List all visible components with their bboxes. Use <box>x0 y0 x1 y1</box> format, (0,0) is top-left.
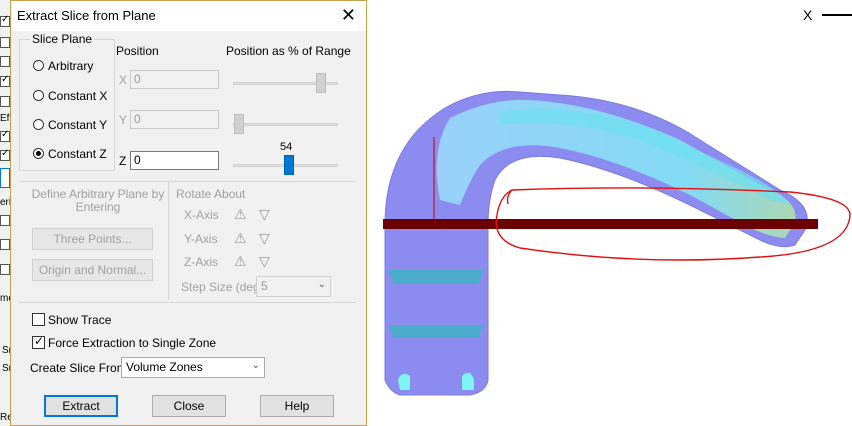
radio-arbitrary[interactable] <box>33 60 44 71</box>
radio-arbitrary-label[interactable]: Arbitrary <box>48 59 93 73</box>
chevron-down-icon: ⌄ <box>317 279 326 290</box>
close-button[interactable]: Close <box>152 395 226 417</box>
show-trace-label[interactable]: Show Trace <box>48 313 111 327</box>
radio-constant-x-label[interactable]: Constant X <box>48 89 107 103</box>
z-percent-slider-thumb[interactable] <box>284 155 294 175</box>
step-size-value: 5 <box>261 279 268 293</box>
strip-checkbox[interactable] <box>0 264 10 275</box>
rotate-about-label: Rotate About <box>176 187 246 201</box>
y-position-field[interactable]: 0 <box>130 110 219 129</box>
force-extraction-checkbox[interactable] <box>32 334 45 349</box>
z-axis-rotate-label: Z-Axis <box>184 255 218 269</box>
strip-checkbox[interactable] <box>0 56 10 67</box>
z-percent-value: 54 <box>280 141 293 153</box>
y-axis-rotate-label: Y-Axis <box>184 232 218 246</box>
rotate-z-down-icon[interactable]: ▽ <box>259 254 270 268</box>
strip-checkbox[interactable] <box>0 129 10 142</box>
y-percent-slider-track[interactable] <box>233 123 338 126</box>
slice-plane <box>383 219 818 229</box>
rotate-x-down-icon[interactable]: ▽ <box>259 207 270 221</box>
radio-constant-x[interactable] <box>33 90 44 101</box>
strip-checkbox[interactable] <box>0 74 10 87</box>
position-label: Position <box>116 44 159 58</box>
strip-checkbox[interactable] <box>0 37 10 48</box>
strip-checkbox[interactable] <box>0 96 10 107</box>
step-size-select[interactable]: 5 ⌄ <box>256 276 331 297</box>
force-extraction-label[interactable]: Force Extraction to Single Zone <box>48 336 216 350</box>
step-size-label: Step Size (deg) <box>181 280 264 294</box>
dialog-titlebar[interactable]: Extract Slice from Plane ✕ <box>11 1 366 31</box>
create-from-label: Create Slice From: <box>30 361 131 375</box>
y-percent-slider-thumb[interactable] <box>234 114 244 134</box>
extract-slice-dialog: Extract Slice from Plane ✕ Slice Plane A… <box>10 0 367 426</box>
y-axis-label: Y <box>119 113 128 127</box>
help-button[interactable]: Help <box>260 395 334 417</box>
rotate-x-up-icon[interactable]: ⚠ <box>234 207 247 221</box>
strip-checkbox[interactable] <box>0 215 10 226</box>
pipe-band <box>388 270 484 284</box>
x-percent-slider-thumb[interactable] <box>316 73 326 93</box>
rotate-y-down-icon[interactable]: ▽ <box>259 231 270 245</box>
position-percent-label: Position as % of Range <box>226 44 351 58</box>
x-axis-rotate-label: X-Axis <box>184 208 219 222</box>
x-position-field[interactable]: 0 <box>130 70 219 89</box>
close-icon[interactable]: ✕ <box>341 6 356 24</box>
arbitrary-section-divider <box>19 181 356 182</box>
radio-constant-y[interactable] <box>33 119 44 130</box>
pipe-vertical <box>384 224 489 396</box>
strip-button[interactable] <box>0 168 10 188</box>
show-trace-checkbox[interactable] <box>32 313 45 326</box>
radio-constant-z-label[interactable]: Constant Z <box>48 147 107 161</box>
rotate-y-up-icon[interactable]: ⚠ <box>234 231 247 245</box>
three-points-button[interactable]: Three Points... <box>32 228 153 250</box>
rotate-z-up-icon[interactable]: ⚠ <box>234 254 247 268</box>
strip-checkbox[interactable] <box>0 148 10 161</box>
x-axis-label: X <box>119 73 128 87</box>
radio-constant-z[interactable] <box>33 148 44 159</box>
underlying-app-strip: Eff eriv me Sr Sr Re <box>0 0 16 426</box>
strip-checkbox[interactable] <box>0 239 10 250</box>
slice-plane-group-label: Slice Plane <box>30 32 95 46</box>
origin-normal-button[interactable]: Origin and Normal... <box>32 259 153 281</box>
extract-button[interactable]: Extract <box>44 395 118 417</box>
create-from-value: Volume Zones <box>126 360 203 374</box>
pipe-band <box>388 325 484 338</box>
axis-label-x: X <box>803 7 813 23</box>
strip-checkbox[interactable] <box>0 14 10 27</box>
chevron-down-icon: ⌄ <box>251 360 260 371</box>
define-arbitrary-label: Define Arbitrary Plane by Entering <box>31 187 165 214</box>
bottom-section-divider <box>19 302 356 303</box>
z-position-field[interactable]: 0 <box>130 151 219 170</box>
z-axis-label: Z <box>119 154 127 168</box>
arbitrary-section-vdivider <box>168 182 169 300</box>
create-from-select[interactable]: Volume Zones ⌄ <box>121 357 265 378</box>
dialog-title: Extract Slice from Plane <box>17 8 156 23</box>
radio-constant-y-label[interactable]: Constant Y <box>48 118 107 132</box>
